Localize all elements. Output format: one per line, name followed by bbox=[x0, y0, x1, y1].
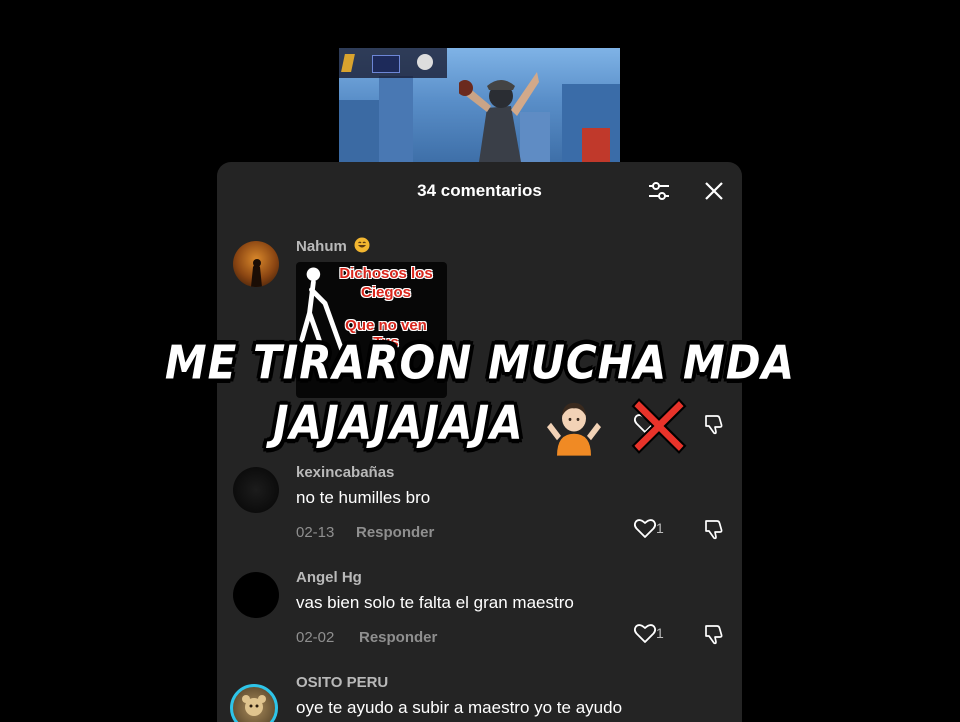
comment-item: kexincabañas no te humilles bro 02-13 Re… bbox=[217, 462, 742, 567]
comment-date: 02-02 bbox=[296, 629, 335, 646]
diamond-icon bbox=[372, 55, 400, 73]
background-building bbox=[379, 76, 413, 162]
comment-text: oye te ayudo a subir a maestro yo te ayu… bbox=[296, 698, 623, 717]
game-hud bbox=[339, 48, 447, 78]
overlay-caption-line1: ME TIRARON MUCHA MDA bbox=[164, 335, 796, 390]
background-sign bbox=[582, 128, 610, 162]
like-count: 1 bbox=[656, 625, 664, 641]
overlay-caption-line2: JAJAJAJAJA bbox=[0, 395, 960, 457]
dislike-icon[interactable] bbox=[703, 518, 725, 540]
comment-username[interactable]: kexincabañas bbox=[296, 464, 394, 481]
dislike-icon[interactable] bbox=[703, 623, 725, 645]
reply-button[interactable]: Responder bbox=[356, 524, 434, 541]
avatar[interactable] bbox=[233, 241, 279, 287]
grinning-face-icon bbox=[354, 237, 370, 253]
video-preview[interactable] bbox=[339, 48, 620, 162]
avatar[interactable] bbox=[233, 467, 279, 513]
comment-text: no te humilles bro bbox=[296, 488, 431, 507]
comment-text: vas bien solo te falta el gran maestro bbox=[296, 593, 574, 612]
avatar-image bbox=[251, 259, 262, 287]
like-count: 1 bbox=[656, 520, 664, 536]
comment-item: Angel Hg vas bien solo te falta el gran … bbox=[217, 567, 742, 672]
username-text: Nahum bbox=[296, 238, 347, 255]
sticker-text: Ciegos bbox=[360, 284, 411, 301]
avatar-image bbox=[242, 695, 266, 716]
shrug-emoji-icon bbox=[547, 402, 602, 456]
comment-username[interactable]: Nahum bbox=[296, 237, 370, 255]
comment-date: 02-13 bbox=[296, 524, 335, 541]
reply-button[interactable]: Responder bbox=[359, 629, 437, 646]
avatar[interactable] bbox=[233, 572, 279, 618]
overlay-caption-text: JAJAJAJAJA bbox=[273, 395, 524, 450]
sticker-text: Dichosos los bbox=[339, 265, 433, 282]
comment-item: OSITO PERU oye te ayudo a subir a maestr… bbox=[217, 672, 742, 722]
avatar[interactable] bbox=[230, 684, 278, 722]
rank-badge-icon bbox=[341, 54, 355, 72]
cross-mark-icon bbox=[631, 398, 687, 454]
heart-icon[interactable] bbox=[633, 517, 657, 539]
game-character bbox=[459, 72, 539, 162]
sticker-text: Que no ven bbox=[345, 317, 427, 334]
gauge-icon bbox=[417, 54, 433, 70]
comment-username[interactable]: OSITO PERU bbox=[296, 674, 388, 691]
heart-icon[interactable] bbox=[633, 622, 657, 644]
comment-username[interactable]: Angel Hg bbox=[296, 569, 362, 586]
